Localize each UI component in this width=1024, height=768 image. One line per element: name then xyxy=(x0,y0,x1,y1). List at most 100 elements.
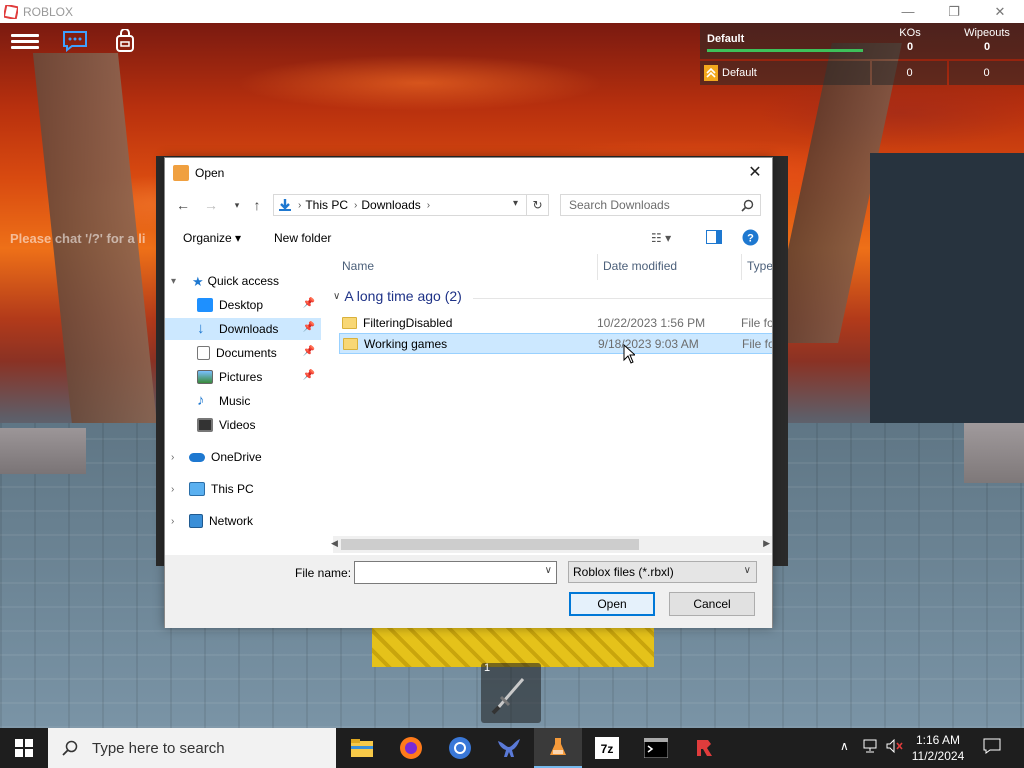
up-arrow-icon[interactable]: ↑ xyxy=(247,196,267,214)
maximize-button[interactable]: ❐ xyxy=(931,0,977,23)
file-date: 9/18/2023 9:03 AM xyxy=(598,336,699,351)
nav-quick-access[interactable]: ▾ ★ Quick access xyxy=(165,270,325,292)
address-dropdown-icon[interactable]: ▾ xyxy=(513,198,518,209)
player-cell: Default xyxy=(700,61,870,85)
scroll-left-icon[interactable]: ◀ xyxy=(331,538,338,549)
nav-onedrive[interactable]: › OneDrive xyxy=(165,446,325,468)
hotbar-slot-1[interactable]: 1 xyxy=(481,662,541,723)
nav-this-pc[interactable]: › This PC xyxy=(165,478,325,500)
notifications-icon[interactable] xyxy=(983,737,1001,758)
nav-item-music[interactable]: ♪ Music xyxy=(165,390,321,412)
new-folder-button[interactable]: New folder xyxy=(274,231,331,245)
file-explorer-icon[interactable] xyxy=(338,728,386,768)
chat-hint-text: Please chat '/?' for a li xyxy=(10,231,146,246)
clock-date: 11/2/2024 xyxy=(911,749,965,763)
leaderboard-player-row[interactable]: Default 0 0 xyxy=(700,61,1024,85)
breadcrumb-this-pc[interactable]: This PC xyxy=(305,198,348,212)
taskbar-clock[interactable]: 1:16 AM 11/2/2024 xyxy=(908,732,968,764)
organize-button[interactable]: Organize ▾ xyxy=(183,231,241,245)
file-type: File fo xyxy=(742,336,772,351)
horizontal-scrollbar[interactable]: ◀ ▶ xyxy=(331,536,772,553)
pictures-icon xyxy=(197,370,213,384)
network-status-icon[interactable] xyxy=(862,739,878,756)
group-collapse-chevron-icon[interactable]: ∨ xyxy=(333,291,340,302)
collapsed-chevron-icon[interactable]: › xyxy=(171,484,174,495)
forward-arrow-icon[interactable]: → xyxy=(201,196,221,214)
refresh-icon[interactable]: ↻ xyxy=(526,195,548,215)
roblox-player-icon[interactable] xyxy=(681,728,729,768)
nav-item-pictures[interactable]: Pictures 📌 xyxy=(165,366,321,388)
file-type: File fo xyxy=(741,315,772,330)
open-button[interactable]: Open xyxy=(569,592,655,616)
search-icon xyxy=(62,740,78,756)
view-options-icon[interactable]: ☷ ▾ xyxy=(651,231,671,245)
roblox-logo-icon xyxy=(4,4,18,19)
collapsed-chevron-icon[interactable]: › xyxy=(171,452,174,463)
documents-icon xyxy=(197,346,210,360)
close-window-button[interactable]: ✕ xyxy=(977,0,1023,23)
terminal-icon[interactable] xyxy=(632,728,680,768)
roblox-studio-icon xyxy=(173,165,189,181)
bird-app-icon[interactable] xyxy=(485,728,533,768)
nav-item-videos[interactable]: Videos xyxy=(165,414,321,436)
firefox-icon[interactable] xyxy=(387,728,435,768)
network-icon xyxy=(189,514,203,528)
nav-item-documents[interactable]: Documents 📌 xyxy=(165,342,321,364)
roblox-studio-taskbar-icon[interactable] xyxy=(534,728,582,768)
nav-item-downloads[interactable]: ↓ Downloads 📌 xyxy=(165,318,321,340)
expanded-chevron-icon[interactable]: ▾ xyxy=(171,276,176,287)
scroll-right-icon[interactable]: ▶ xyxy=(763,538,770,549)
taskbar-search-box[interactable]: Type here to search xyxy=(48,728,336,768)
videos-icon xyxy=(197,418,213,432)
preview-pane-icon[interactable] xyxy=(706,230,722,247)
file-name-input[interactable]: ∨ xyxy=(354,561,557,584)
chevron-down-icon[interactable]: ∨ xyxy=(545,565,552,576)
scrollbar-thumb[interactable] xyxy=(341,539,639,550)
file-name-label: File name: xyxy=(295,566,352,580)
chromium-icon[interactable] xyxy=(436,728,484,768)
star-icon: ★ xyxy=(192,274,204,289)
collapsed-chevron-icon[interactable]: › xyxy=(171,516,174,527)
svg-text:7z: 7z xyxy=(601,742,614,756)
dark-wall xyxy=(870,153,1024,453)
group-header[interactable]: ∨ A long time ago (2) xyxy=(333,288,462,304)
dialog-footer: File name: ∨ Roblox files (*.rbxl) ∨ Ope… xyxy=(165,555,772,628)
mouse-cursor-icon xyxy=(623,344,635,364)
breadcrumb-downloads[interactable]: Downloads xyxy=(361,198,420,212)
help-icon[interactable]: ? xyxy=(742,229,759,249)
column-header-type[interactable]: Type xyxy=(747,250,772,282)
tray-chevron-up-icon[interactable]: ∧ xyxy=(840,739,849,753)
minimize-button[interactable]: — xyxy=(885,0,931,23)
list-item[interactable]: Working games 9/18/2023 9:03 AM File fo xyxy=(339,333,772,354)
search-icon xyxy=(741,199,754,212)
grey-block xyxy=(964,423,1024,483)
window-title-bar: ROBLOX — ❐ ✕ xyxy=(0,0,1024,23)
menu-icon[interactable] xyxy=(9,25,41,57)
list-item[interactable]: FilteringDisabled 10/22/2023 1:56 PM Fil… xyxy=(339,312,772,333)
column-header-name[interactable]: Name xyxy=(342,250,374,282)
recent-locations-chevron-icon[interactable]: ▾ xyxy=(227,196,247,214)
backpack-icon[interactable] xyxy=(109,25,141,57)
7zip-icon[interactable]: 7z xyxy=(583,728,631,768)
back-arrow-icon[interactable]: ← xyxy=(173,196,193,214)
leaderboard-header: Default KOs 0 Wipeouts 0 xyxy=(700,23,1024,59)
this-pc-icon xyxy=(189,482,205,496)
cancel-button[interactable]: Cancel xyxy=(669,592,755,616)
windows-logo-icon xyxy=(15,739,33,757)
nav-item-desktop[interactable]: Desktop 📌 xyxy=(165,294,321,316)
chat-icon[interactable] xyxy=(59,25,91,57)
team-color-bar xyxy=(707,49,863,52)
start-button[interactable] xyxy=(0,728,48,768)
pin-icon: 📌 xyxy=(302,370,315,381)
dialog-title: Open xyxy=(195,166,225,180)
nav-network[interactable]: › Network xyxy=(165,510,325,532)
file-name: Working games xyxy=(364,336,448,351)
file-type-select[interactable]: Roblox files (*.rbxl) ∨ xyxy=(568,561,757,583)
column-header-date-modified[interactable]: Date modified xyxy=(603,250,677,282)
navigation-bar: ← → ▾ ↑ › This PC › Downloads › ▾ ↻ Sear… xyxy=(165,192,772,218)
chevron-down-icon: ∨ xyxy=(743,565,751,576)
volume-muted-icon[interactable] xyxy=(886,738,904,756)
address-bar[interactable]: › This PC › Downloads › ▾ ↻ xyxy=(273,194,549,216)
search-downloads-input[interactable]: Search Downloads xyxy=(560,194,761,216)
dialog-close-button[interactable]: ✕ xyxy=(740,158,770,186)
